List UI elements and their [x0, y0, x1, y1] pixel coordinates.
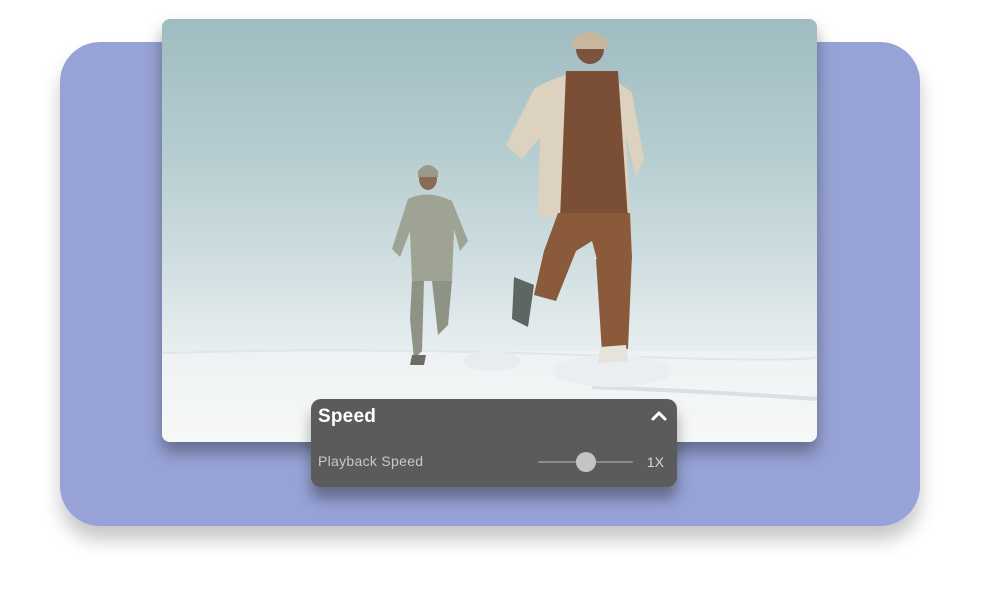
runner-background [392, 165, 468, 365]
video-frame-image [162, 32, 817, 442]
slider-thumb[interactable] [575, 452, 596, 472]
speed-panel-header[interactable]: Speed [311, 399, 677, 435]
video-preview[interactable] [162, 19, 817, 442]
chevron-up-icon[interactable] [649, 407, 669, 425]
playback-speed-slider[interactable] [538, 451, 633, 473]
playback-speed-value: 1X [646, 454, 664, 470]
playback-speed-label: Playback Speed [318, 453, 424, 469]
speed-panel: Speed Playback Speed 1X [311, 399, 677, 487]
speed-panel-title: Speed [318, 406, 377, 427]
runner-foreground [506, 32, 644, 363]
stage: Speed Playback Speed 1X [0, 0, 988, 600]
